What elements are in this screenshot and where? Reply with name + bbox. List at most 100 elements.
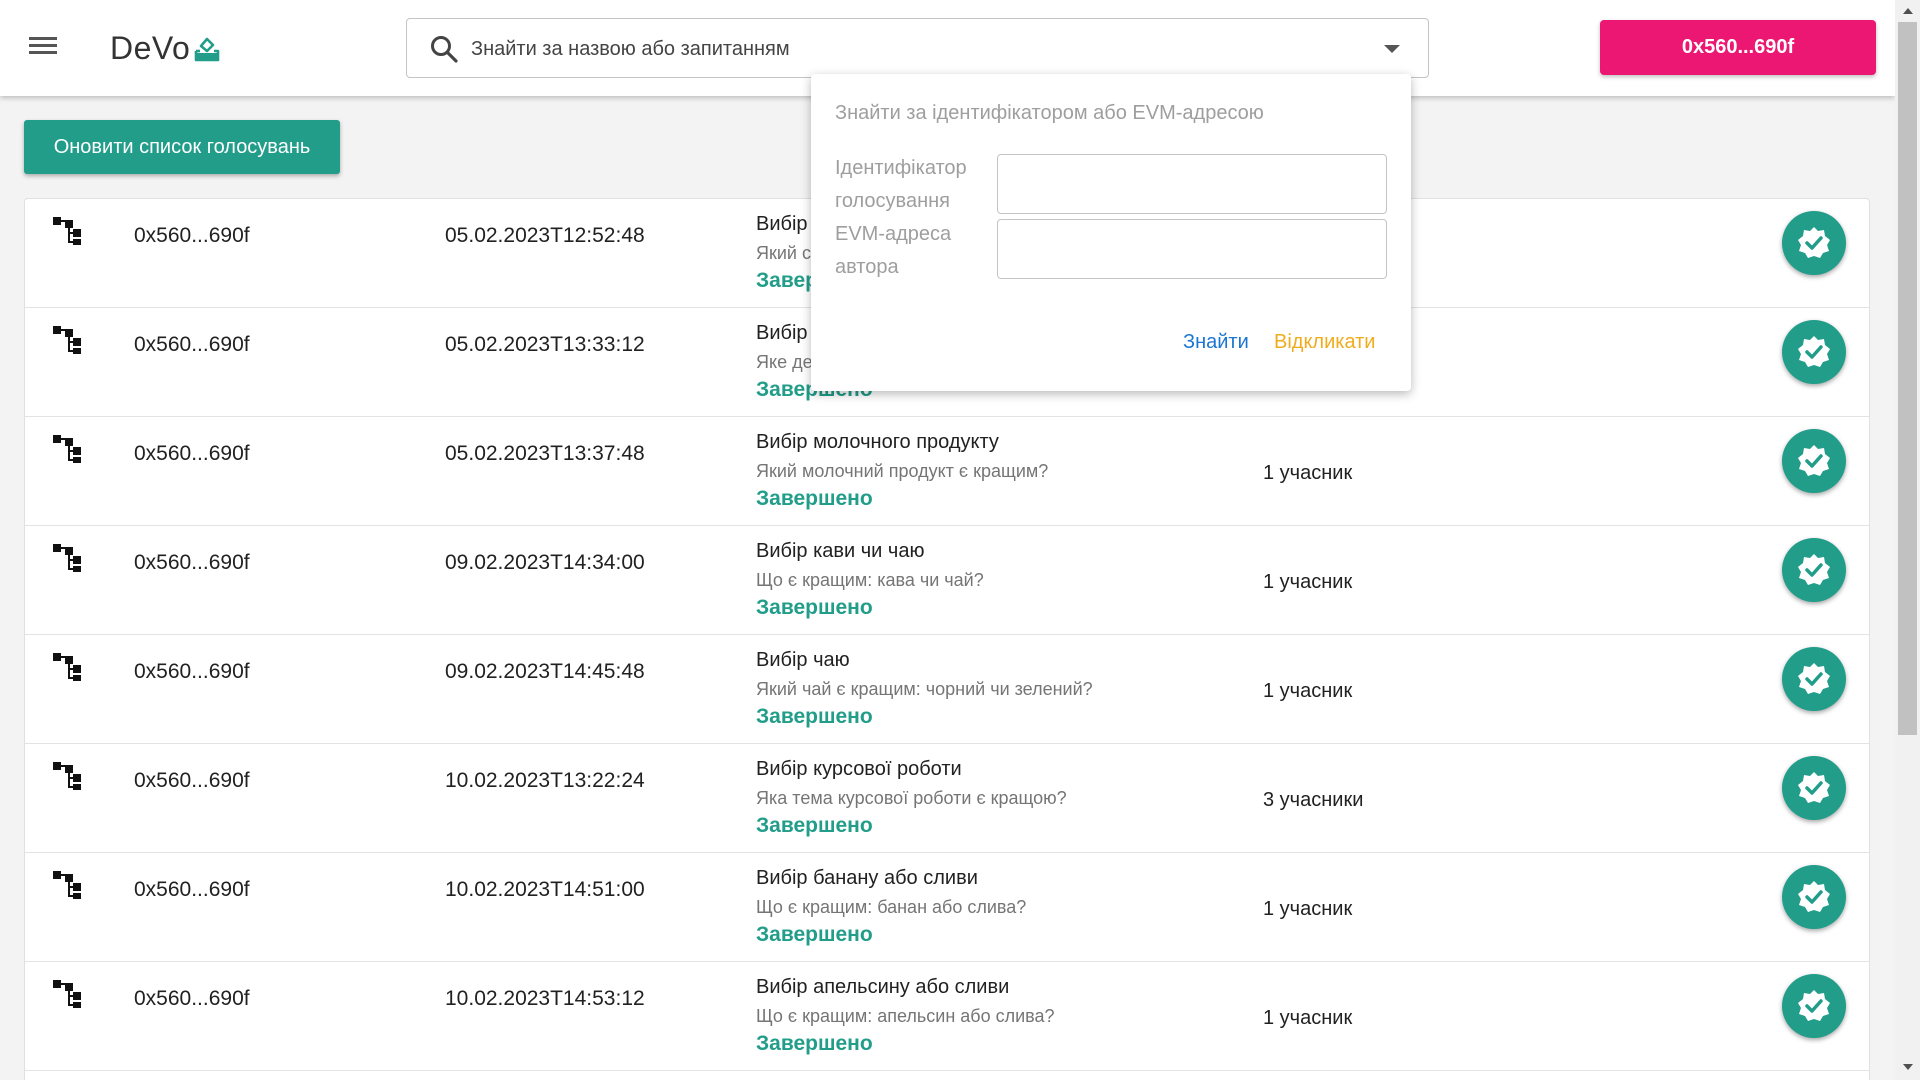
tree-structure-icon (53, 653, 81, 681)
voting-question: Який с (756, 243, 811, 263)
tree-structure-icon (53, 217, 81, 245)
evm-address-label-line2: автора (835, 256, 899, 278)
voting-question: Що є кращим: кава чи чай? (756, 570, 984, 590)
voting-title: Вибір молочного продукту (756, 431, 999, 453)
voting-date: 10.02.2023T14:51:00 (445, 878, 645, 901)
verified-badge-button[interactable] (1782, 756, 1846, 820)
tree-structure-icon (53, 544, 81, 572)
verified-check-icon (1798, 990, 1830, 1021)
voting-question: Що є кращим: банан або слива? (756, 897, 1027, 917)
scroll-down-arrow-icon[interactable] (1903, 1064, 1913, 1070)
verified-badge-button[interactable] (1782, 647, 1846, 711)
ballot-box-icon (194, 37, 220, 62)
verified-check-icon (1798, 336, 1830, 367)
author-address: 0x560...690f (134, 333, 250, 356)
voting-row[interactable]: 0x560...690f 09.02.2023T14:45:48 Вибір ч… (25, 635, 1869, 744)
verified-badge-button[interactable] (1782, 211, 1846, 275)
popup-title: Знайти за ідентифікатором або EVM-адресо… (835, 102, 1264, 124)
voting-id-label: Ідентифікатор голосування (835, 152, 967, 218)
author-address: 0x560...690f (134, 442, 250, 465)
voting-date: 05.02.2023T13:37:48 (445, 442, 645, 465)
verified-check-icon (1798, 772, 1830, 803)
find-button[interactable]: Знайти (1183, 331, 1249, 354)
author-address: 0x560...690f (134, 769, 250, 792)
chevron-down-icon[interactable] (1384, 45, 1400, 53)
search-bar[interactable] (406, 18, 1429, 78)
account-button[interactable]: 0x560...690f (1600, 20, 1876, 75)
voting-question: Який чай є кращим: чорний чи зелений? (756, 679, 1093, 699)
voting-row[interactable]: 0x560...690f 10.02.2023T14:53:12 Вибір а… (25, 962, 1869, 1071)
author-address: 0x560...690f (134, 551, 250, 574)
voting-status: Завершено (756, 923, 873, 946)
evm-address-field[interactable] (997, 219, 1387, 279)
voting-status: Завершено (756, 596, 873, 619)
voting-status: Завершено (756, 1032, 873, 1055)
author-address: 0x560...690f (134, 660, 250, 683)
refresh-votings-button[interactable]: Оновити список голосувань (24, 120, 340, 174)
voting-status: Завершено (756, 814, 873, 837)
voting-question: Яке де (756, 352, 813, 372)
voting-date: 10.02.2023T14:53:12 (445, 987, 645, 1010)
participants-count: 1 учасник (1263, 462, 1353, 484)
voting-date: 10.02.2023T13:22:24 (445, 769, 645, 792)
search-input[interactable] (471, 33, 1351, 65)
tree-structure-icon (53, 762, 81, 790)
app-window: DeVo 0x560...690f Оновити список голосув… (0, 0, 1895, 1080)
hamburger-menu-icon[interactable] (26, 33, 60, 63)
verified-check-icon (1798, 881, 1830, 912)
voting-title: Вибір кави чи чаю (756, 540, 925, 562)
voting-status: Завершено (756, 705, 873, 728)
verified-badge-button[interactable] (1782, 538, 1846, 602)
voting-id-label-line1: Ідентифікатор (835, 157, 967, 179)
voting-row[interactable]: 0x560...690f 09.02.2023T14:34:00 Вибір к… (25, 526, 1869, 635)
voting-title: Вибір банану або сливи (756, 867, 978, 889)
voting-date: 05.02.2023T13:33:12 (445, 333, 645, 356)
search-icon[interactable] (429, 34, 459, 64)
participants-count: 1 учасник (1263, 571, 1353, 593)
voting-status: Завершено (756, 487, 873, 510)
voting-id-label-line2: голосування (835, 190, 950, 212)
author-address: 0x560...690f (134, 987, 250, 1010)
verified-check-icon (1798, 445, 1830, 476)
voting-title: Вибір апельсину або сливи (756, 976, 1010, 998)
participants-count: 1 учасник (1263, 898, 1353, 920)
verified-badge-button[interactable] (1782, 429, 1846, 493)
voting-question: Який молочний продукт є кращим? (756, 461, 1049, 481)
scrollbar-thumb[interactable] (1898, 22, 1917, 735)
verified-check-icon (1798, 227, 1830, 258)
voting-id-field[interactable] (997, 154, 1387, 214)
cancel-button[interactable]: Відкликати (1274, 331, 1375, 354)
verified-check-icon (1798, 554, 1830, 585)
voting-title: Вибір (756, 322, 808, 344)
evm-address-label: EVM-адреса автора (835, 218, 951, 284)
tree-structure-icon (53, 980, 81, 1008)
voting-status: Завер (756, 269, 818, 292)
participants-count: 1 учасник (1263, 1007, 1353, 1029)
tree-structure-icon (53, 435, 81, 463)
tree-structure-icon (53, 326, 81, 354)
voting-row[interactable]: 0x560...690f 10.02.2023T13:22:24 Вибір к… (25, 744, 1869, 853)
author-address: 0x560...690f (134, 224, 250, 247)
voting-question: Що є кращим: апельсин або слива? (756, 1006, 1055, 1026)
verified-badge-button[interactable] (1782, 865, 1846, 929)
voting-title: Вибір чаю (756, 649, 850, 671)
tree-structure-icon (53, 871, 81, 899)
evm-address-label-line1: EVM-адреса (835, 223, 952, 245)
scroll-up-arrow-icon[interactable] (1903, 8, 1913, 14)
advanced-search-popup: Знайти за ідентифікатором або EVM-адресо… (811, 74, 1411, 391)
voting-row[interactable]: 0x560...690f 05.02.2023T13:37:48 Вибір м… (25, 417, 1869, 526)
verified-badge-button[interactable] (1782, 974, 1846, 1038)
voting-row[interactable]: 0x560...690f 10.02.2023T14:51:00 Вибір б… (25, 853, 1869, 962)
author-address: 0x560...690f (134, 878, 250, 901)
voting-title: Вибір курсової роботи (756, 758, 962, 780)
verified-check-icon (1798, 663, 1830, 694)
vertical-scrollbar[interactable] (1895, 0, 1920, 1080)
voting-date: 05.02.2023T12:52:48 (445, 224, 645, 247)
voting-question: Яка тема курсової роботи є кращою? (756, 788, 1067, 808)
voting-date: 09.02.2023T14:45:48 (445, 660, 645, 683)
voting-title: Вибір (756, 213, 808, 235)
participants-count: 1 учасник (1263, 680, 1353, 702)
verified-badge-button[interactable] (1782, 320, 1846, 384)
participants-count: 3 учасники (1263, 789, 1364, 811)
app-logo[interactable]: DeVo (110, 28, 221, 68)
